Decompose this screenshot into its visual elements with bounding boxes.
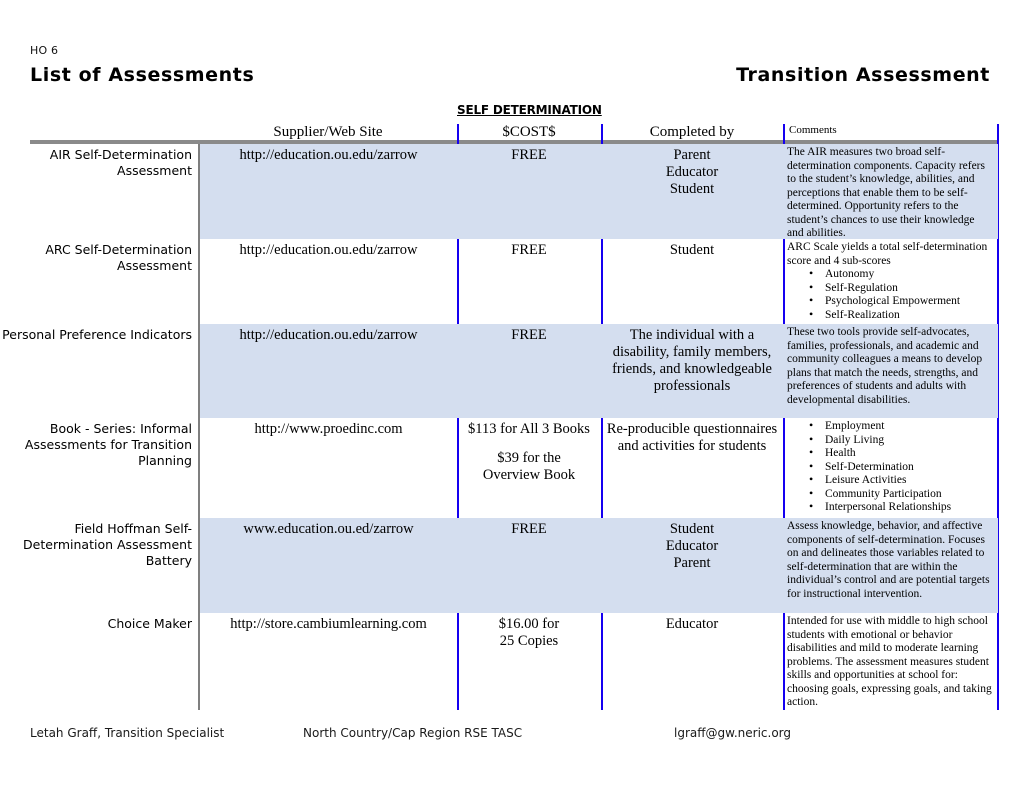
comments-bullet-item: Health	[809, 446, 993, 461]
column-header-cost: $COST$	[502, 124, 556, 140]
cell-comments: These two tools provide self-advocates, …	[787, 324, 995, 407]
comments-bullet-item: Self-Realization	[809, 308, 993, 323]
cell-comments: Assess knowledge, behavior, and affectiv…	[787, 518, 995, 601]
comments-bullet-item: Self-Regulation	[809, 281, 993, 296]
comments-text: The AIR measures two broad self-determin…	[787, 146, 985, 239]
cell-supplier-website[interactable]: http://education.ou.edu/zarrow	[202, 324, 455, 344]
cell-supplier-website[interactable]: http://education.ou.edu/zarrow	[202, 239, 455, 259]
cell-supplier-website[interactable]: http://store.cambiumlearning.com	[202, 613, 455, 633]
comments-text: ARC Scale yields a total self-determinat…	[787, 241, 988, 267]
cell-cost: $113 for All 3 Books $39 for the Overview …	[468, 421, 590, 483]
cell-completed-by: Re-producible questionnaires and activit…	[606, 421, 778, 454]
table-row: Choice Maker http://store.cambiumlearning…	[0, 613, 1020, 709]
cell-cost: FREE	[511, 147, 547, 163]
comments-text: Assess knowledge, behavior, and affectiv…	[787, 520, 990, 600]
comments-bullet-list: AutonomySelf-RegulationPsychological Emp…	[787, 267, 993, 323]
cell-comments: ARC Scale yields a total self-determinat…	[787, 239, 995, 322]
column-header-completed-by: Completed by	[649, 124, 735, 140]
page-title-right: Transition Assessment	[736, 64, 990, 86]
cell-cost: FREE	[511, 327, 547, 343]
table-row: AIR Self-Determination Assessment http://…	[0, 144, 1020, 239]
cell-completed-by: Parent Educator Student	[665, 147, 719, 197]
comments-bullet-item: Employment	[809, 419, 993, 434]
cell-cost: FREE	[511, 242, 547, 258]
comments-bullet-list: EmploymentDaily LivingHealthSelf-Determi…	[787, 419, 993, 515]
footer-email[interactable]: lgraff@gw.neric.org	[674, 726, 791, 740]
table-row: Personal Preference Indicators http://edu…	[0, 324, 1020, 418]
document-code: HO 6	[30, 44, 59, 57]
cell-cost: FREE	[511, 521, 547, 537]
cell-cost: $16.00 for 25 Copies	[498, 616, 560, 649]
comments-bullet-item: Leisure Activities	[809, 473, 993, 488]
cell-completed-by: Student Educator Parent	[665, 521, 719, 571]
cell-completed-by: The individual with a disability, family…	[612, 327, 772, 394]
title-row: List of Assessments Transition Assessmen…	[30, 64, 990, 86]
page-footer: Letah Graff, Transition Specialist North…	[30, 726, 990, 744]
cell-assessment-name: AIR Self-Determination Assessment	[49, 147, 192, 178]
comments-bullet-item: Psychological Empowerment	[809, 294, 993, 309]
page-title: List of Assessments	[30, 64, 255, 86]
section-label: SELF DETERMINATION	[457, 103, 602, 117]
table-row: Field Hoffman Self-Determination Assessm…	[0, 518, 1020, 613]
cell-comments: The AIR measures two broad self-determin…	[787, 144, 995, 241]
cell-assessment-name: Book - Series: Informal Assessments for …	[24, 421, 192, 468]
table-body: AIR Self-Determination Assessment http://…	[0, 144, 1020, 709]
comments-text: Intended for use with middle to high sch…	[787, 615, 992, 708]
cell-supplier-website[interactable]: http://education.ou.edu/zarrow	[202, 144, 455, 164]
assessments-table: SELF DETERMINATION Supplier/Web Site $CO…	[0, 100, 1020, 715]
cell-completed-by: Student	[669, 242, 715, 258]
comments-bullet-item: Daily Living	[809, 433, 993, 448]
table-row: Book - Series: Informal Assessments for …	[0, 418, 1020, 518]
column-header-supplier: Supplier/Web Site	[273, 124, 383, 140]
cell-completed-by: Educator	[665, 616, 719, 632]
cell-comments: EmploymentDaily LivingHealthSelf-Determi…	[787, 418, 995, 515]
footer-author: Letah Graff, Transition Specialist	[30, 726, 225, 740]
cell-assessment-name: ARC Self-Determination Assessment	[45, 242, 192, 273]
cell-assessment-name: Field Hoffman Self-Determination Assessm…	[23, 521, 192, 568]
table-row: ARC Self-Determination Assessment http://…	[0, 239, 1020, 324]
comments-text: These two tools provide self-advocates, …	[787, 326, 983, 406]
cell-assessment-name: Personal Preference Indicators	[2, 327, 192, 342]
cell-assessment-name: Choice Maker	[107, 616, 192, 631]
cell-supplier-website[interactable]: http://www.proedinc.com	[202, 418, 455, 438]
cell-comments: Intended for use with middle to high sch…	[787, 613, 995, 710]
comments-bullet-item: Self-Determination	[809, 460, 993, 475]
footer-organization: North Country/Cap Region RSE TASC	[303, 726, 523, 740]
column-header-comments: Comments	[789, 124, 837, 136]
comments-bullet-item: Autonomy	[809, 267, 993, 282]
comments-bullet-item: Community Participation	[809, 487, 993, 502]
comments-bullet-item: Interpersonal Relationships	[809, 500, 993, 515]
cell-supplier-website[interactable]: www.education.ou.ed/zarrow	[202, 518, 455, 538]
